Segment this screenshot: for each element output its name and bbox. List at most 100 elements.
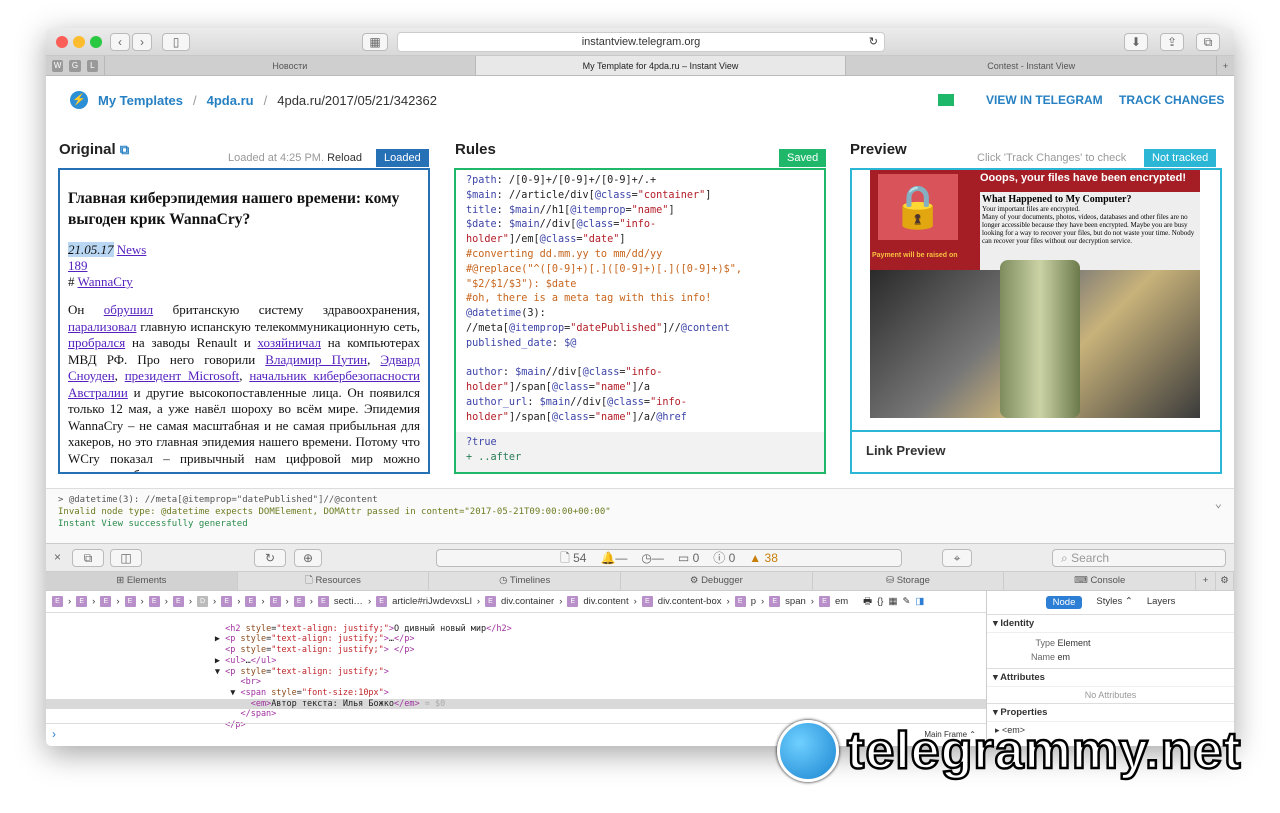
pinned-tab[interactable]: L bbox=[86, 60, 98, 72]
devtools-tabs: ⊞ Elements 🗋 Resources ◷ Timelines ⚙ Deb… bbox=[46, 571, 1234, 591]
pinned-tab[interactable]: G bbox=[69, 60, 81, 72]
tab-my-template[interactable]: My Template for 4pda.ru – Instant View bbox=[474, 56, 846, 75]
tab-debugger[interactable]: ⚙ Debugger bbox=[621, 572, 813, 590]
crumb[interactable]: div.content bbox=[583, 596, 628, 607]
close-devtools-icon[interactable]: × bbox=[54, 550, 61, 564]
reload-icon[interactable]: ↻ bbox=[869, 33, 878, 51]
loaded-badge: Loaded bbox=[376, 149, 429, 167]
original-title: Original ⧉ bbox=[59, 141, 130, 158]
dock-side-icon[interactable]: ◫ bbox=[110, 549, 142, 567]
console-warning: Invalid node type: @datetime expects DOM… bbox=[58, 507, 611, 517]
view-in-telegram-button[interactable]: VIEW IN TELEGRAM bbox=[986, 93, 1103, 107]
preview-cover-image: 🔒 Ooops, your files have been encrypted!… bbox=[870, 170, 1200, 418]
tag-link[interactable]: WannaCry bbox=[78, 274, 133, 289]
close-window-button[interactable] bbox=[56, 36, 68, 48]
article-link[interactable]: обрушил bbox=[104, 302, 153, 317]
print-icon[interactable]: 🖶 bbox=[863, 594, 872, 610]
original-panel: Главная киберэпидемия нашего времени: ко… bbox=[58, 168, 430, 474]
saved-badge: Saved bbox=[779, 149, 827, 167]
new-tab-button[interactable]: + bbox=[1216, 56, 1234, 75]
rules-editor[interactable]: ?path: /[0-9]+/[0-9]+/[0-9]+/.+ $main: /… bbox=[454, 168, 826, 474]
no-attributes: No Attributes bbox=[1084, 690, 1137, 700]
sidebar-toggle-icon[interactable]: ◨ bbox=[915, 596, 924, 607]
tab-overview-icon[interactable]: ▦ bbox=[362, 33, 388, 51]
crumb[interactable]: div.container bbox=[501, 596, 554, 607]
target-icon[interactable]: ⌖ bbox=[942, 549, 972, 567]
article-text: главную испанскую телекоммуникационную с… bbox=[136, 318, 420, 334]
address-bar[interactable]: instantview.telegram.org ↻ bbox=[397, 32, 885, 52]
dom-breadcrumbs: E › E › E › E › E › E › D › E › E › E › E › Esecti… › Earticle… bbox=[46, 591, 986, 613]
pen-icon[interactable]: ✎ bbox=[902, 596, 910, 607]
crumb[interactable]: span bbox=[785, 596, 806, 607]
article-text: , bbox=[239, 368, 250, 383]
zoom-button[interactable] bbox=[90, 36, 102, 48]
reload-link[interactable]: Reload bbox=[327, 152, 362, 164]
crumb[interactable]: em bbox=[835, 596, 848, 607]
tab-bar: WGL Новости My Template for 4pda.ru – In… bbox=[46, 56, 1234, 76]
article-link[interactable]: хозяйничал bbox=[258, 335, 321, 350]
title-bar: ‹ › ▯ ▦ instantview.telegram.org ↻ ⬇ ⇪ ⧉ bbox=[46, 28, 1234, 56]
lock-icon: 🔒 bbox=[878, 174, 958, 240]
watermark: telegrammy.net bbox=[777, 720, 1242, 782]
console-success: Instant View successfully generated bbox=[58, 519, 248, 529]
add-tab-icon[interactable]: + bbox=[1196, 572, 1217, 590]
activity-viewer: 🗋 54 🔔— ◷— ▭ 0 ⓘ 0 ▲ 38 bbox=[436, 549, 902, 567]
comments-link[interactable]: 189 bbox=[68, 258, 88, 273]
external-link-icon[interactable]: ⧉ bbox=[120, 142, 129, 157]
forward-icon[interactable]: › bbox=[132, 33, 152, 51]
download-archive-icon[interactable]: ⊕ bbox=[294, 549, 322, 567]
category-link[interactable]: News bbox=[117, 242, 147, 257]
sidebar-icon[interactable]: ▯ bbox=[162, 33, 190, 51]
crumb[interactable]: div.content-box bbox=[658, 596, 722, 607]
not-tracked-badge: Not tracked bbox=[1144, 149, 1217, 167]
article-link[interactable]: парализовал bbox=[68, 319, 136, 334]
breadcrumb-domain[interactable]: 4pda.ru bbox=[207, 93, 254, 108]
article-text: британскую систему здравоохранения, bbox=[153, 302, 420, 317]
breadcrumb-page: 4pda.ru/2017/05/21/342362 bbox=[277, 92, 437, 108]
track-changes-button[interactable]: TRACK CHANGES bbox=[1119, 93, 1224, 107]
crumb[interactable]: secti… bbox=[334, 596, 363, 607]
tab-resources[interactable]: 🗋 Resources bbox=[238, 572, 430, 590]
tabs-icon[interactable]: ⧉ bbox=[1196, 33, 1220, 51]
tab-console[interactable]: ⌨ Console bbox=[1004, 572, 1197, 590]
back-icon[interactable]: ‹ bbox=[110, 33, 130, 51]
grid-icon[interactable]: ▦ bbox=[888, 596, 897, 607]
article-link[interactable]: президент Microsoft bbox=[125, 368, 240, 383]
article-text: , bbox=[114, 368, 125, 383]
tab-news[interactable]: Новости bbox=[104, 56, 475, 75]
tab-layers[interactable]: Layers bbox=[1147, 596, 1176, 609]
link-preview-section[interactable]: Link Preview bbox=[852, 430, 1220, 469]
article-link[interactable]: пробрался bbox=[68, 335, 125, 350]
minimize-button[interactable] bbox=[73, 36, 85, 48]
tab-elements[interactable]: ⊞ Elements bbox=[46, 572, 238, 590]
attributes-section[interactable]: ▾ Attributes bbox=[987, 668, 1234, 687]
console-output: > @datetime(3): //meta[@itemprop="datePu… bbox=[46, 488, 1234, 543]
tab-contest[interactable]: Contest - Instant View bbox=[845, 56, 1216, 75]
download-icon[interactable]: ⬇ bbox=[1124, 33, 1148, 51]
tab-storage[interactable]: ⛁ Storage bbox=[813, 572, 1005, 590]
pinned-tab[interactable]: W bbox=[52, 60, 64, 72]
preview-hint: Click 'Track Changes' to check bbox=[977, 152, 1127, 164]
console-line: > @datetime(3): //meta[@itemprop="datePu… bbox=[58, 495, 378, 505]
settings-gear-icon[interactable]: ⚙ bbox=[1216, 572, 1234, 590]
crumb[interactable]: article#riJwdevxsLl bbox=[392, 596, 472, 607]
status-indicator bbox=[938, 94, 954, 106]
tab-node[interactable]: Node bbox=[1045, 596, 1083, 609]
article-headline: Главная киберэпидемия нашего времени: ко… bbox=[68, 190, 400, 228]
chevron-down-icon[interactable]: ⌄ bbox=[1215, 497, 1222, 509]
article-link[interactable]: Владимир Путин bbox=[265, 352, 367, 367]
code-icon[interactable]: {} bbox=[877, 596, 883, 607]
crumb[interactable]: p bbox=[751, 596, 756, 607]
reload-page-icon[interactable]: ↻ bbox=[254, 549, 286, 567]
search-input[interactable]: ⌕ Search bbox=[1052, 549, 1226, 567]
article-text: на заводы Renault и bbox=[125, 335, 258, 350]
tab-styles[interactable]: Styles ⌃ bbox=[1096, 596, 1132, 609]
dom-tree[interactable]: <h2 style="text-align: justify;">О дивны… bbox=[46, 613, 986, 730]
tab-timelines[interactable]: ◷ Timelines bbox=[429, 572, 622, 590]
breadcrumb-my-templates[interactable]: My Templates bbox=[98, 93, 183, 108]
url-text: instantview.telegram.org bbox=[581, 36, 701, 48]
share-icon[interactable]: ⇪ bbox=[1160, 33, 1184, 51]
identity-section[interactable]: ▾ Identity bbox=[987, 614, 1234, 633]
undock-icon[interactable]: ⧉ bbox=[72, 549, 104, 567]
instant-view-logo-icon[interactable]: ⚡ bbox=[70, 91, 88, 109]
